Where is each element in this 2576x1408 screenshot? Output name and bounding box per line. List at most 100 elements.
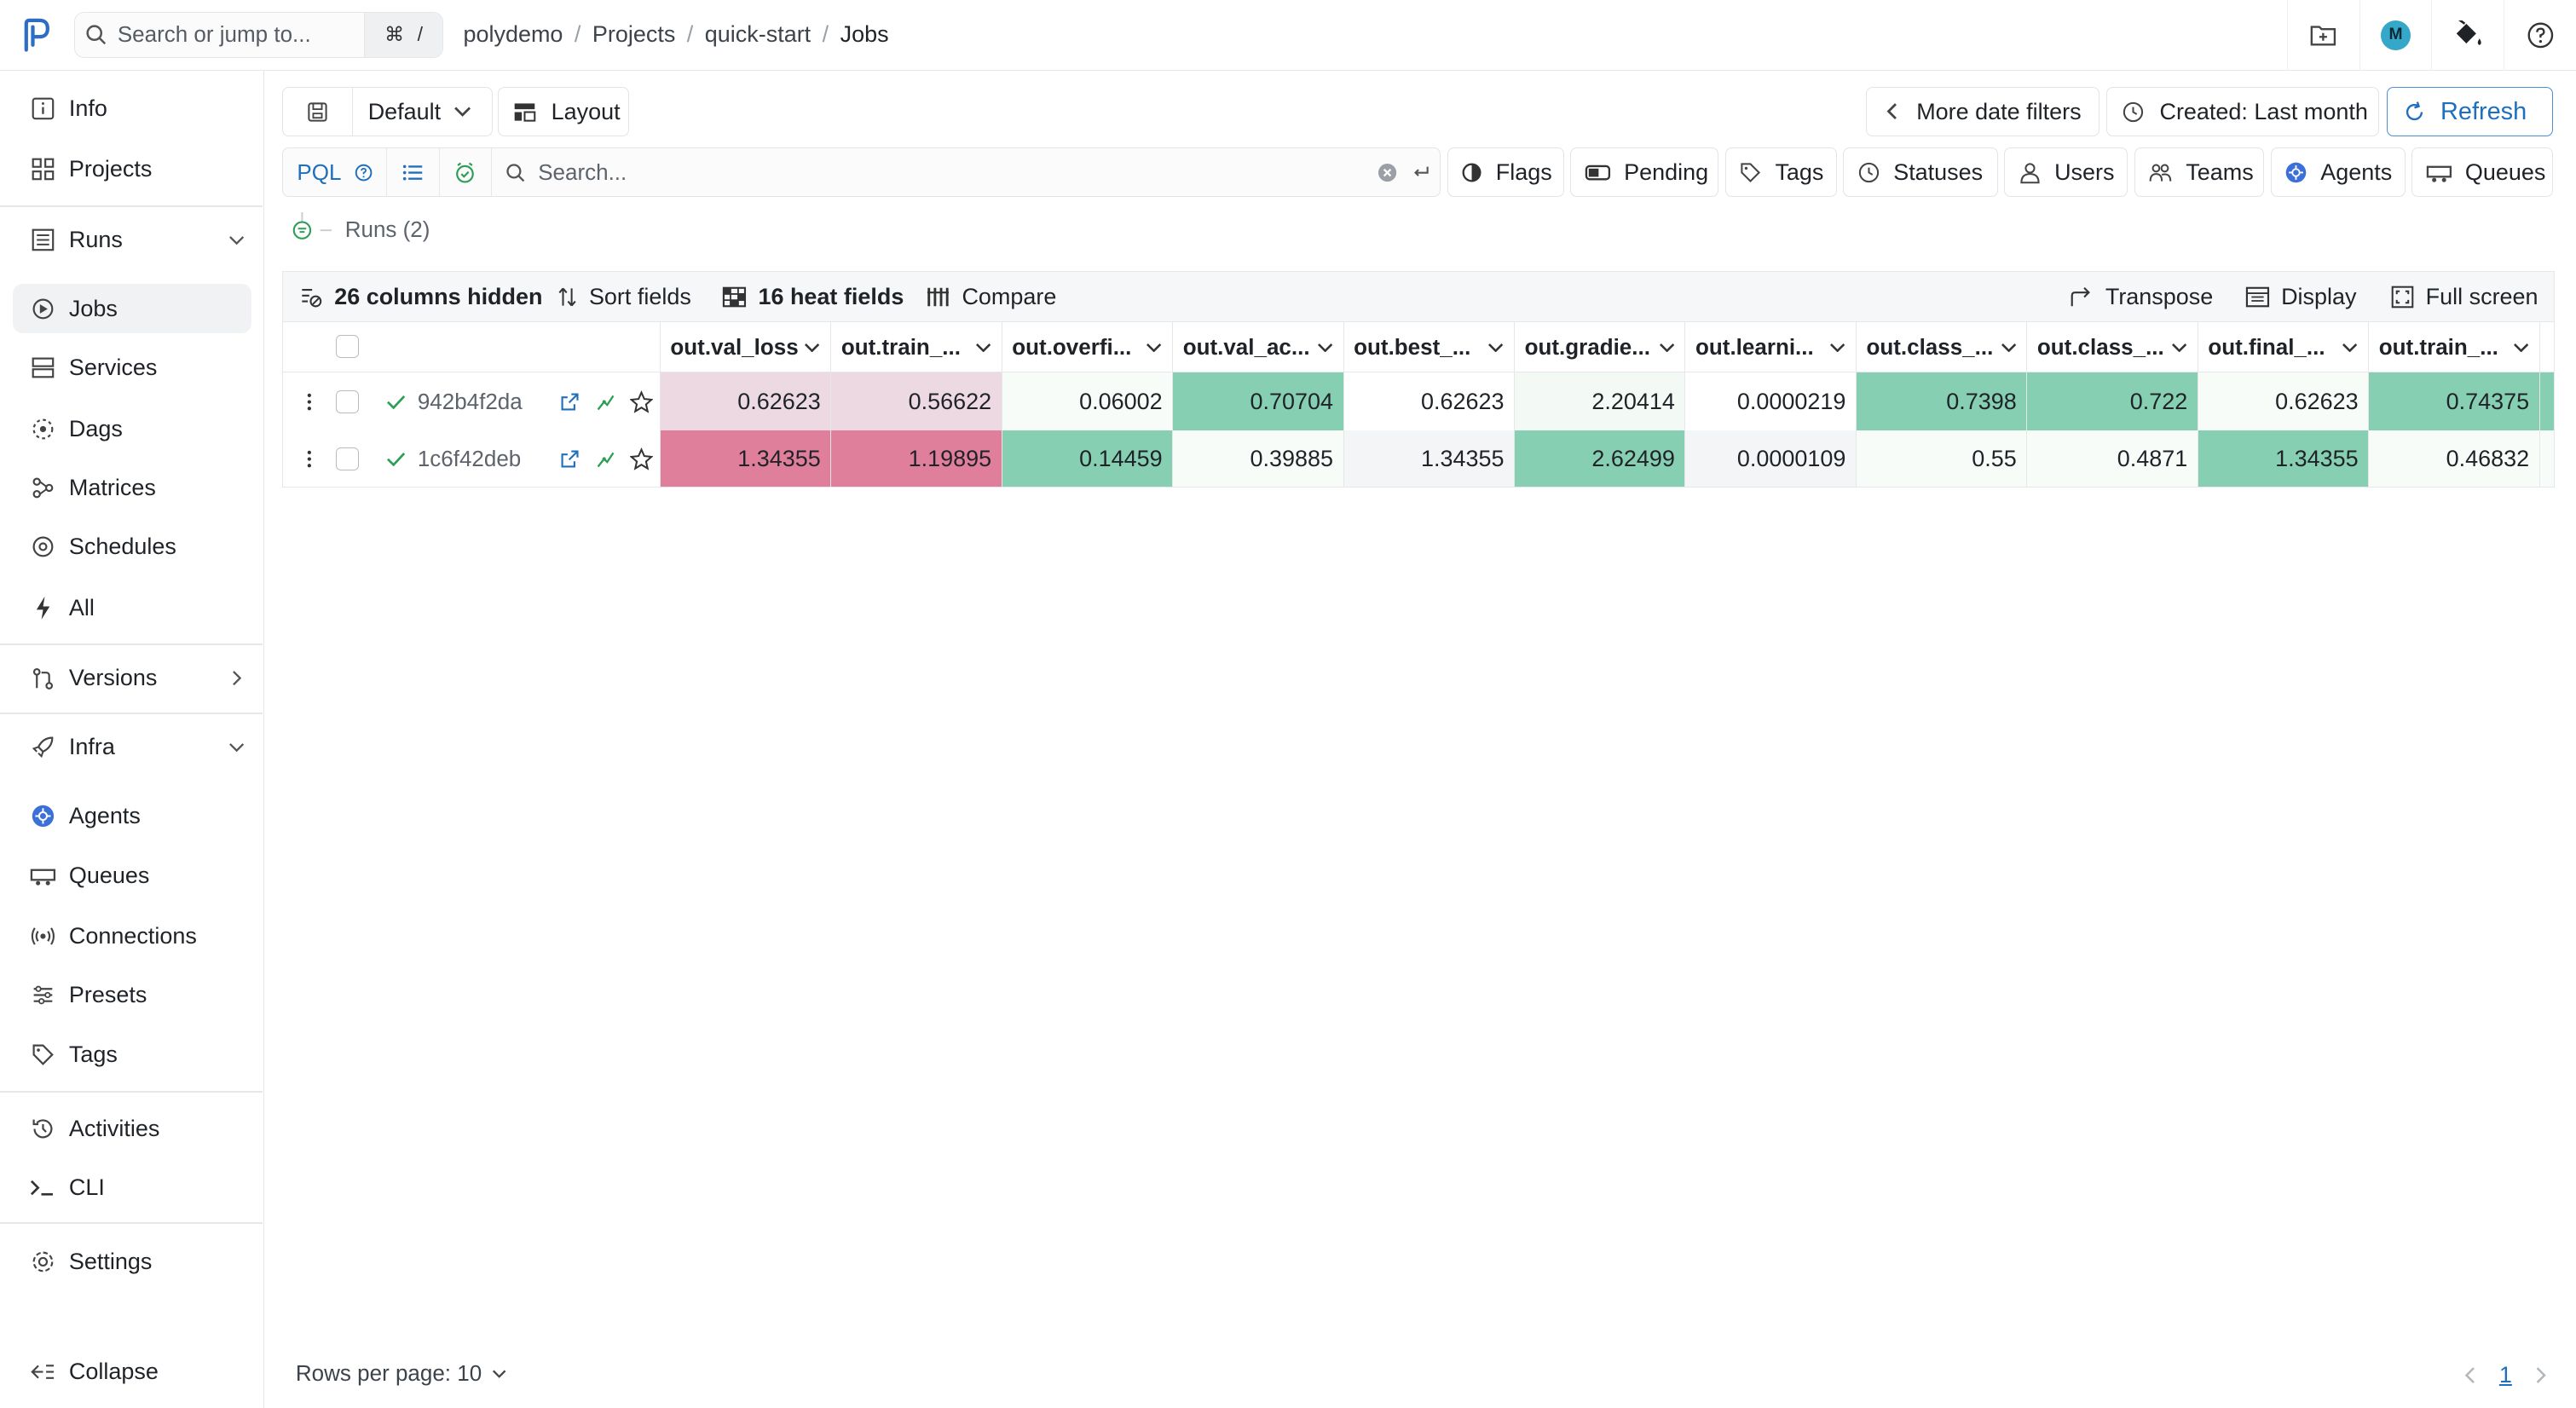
chevron-down-icon[interactable]	[1317, 343, 1333, 353]
table-cell[interactable]: 0.0000219	[1684, 372, 1856, 430]
sidebar-item-projects[interactable]: Projects	[13, 145, 251, 194]
run-id[interactable]: 1c6f42deb	[418, 446, 552, 472]
filter-users-button[interactable]: Users	[2004, 147, 2128, 198]
heat-fields-button[interactable]: 16 heat fields	[722, 272, 904, 323]
table-cell[interactable]: 1.34355	[2197, 430, 2369, 488]
column-header[interactable]: out.train_...	[2368, 321, 2538, 373]
table-cell[interactable]: 0.56622	[830, 372, 1002, 430]
sidebar-item-versions[interactable]: Versions	[13, 654, 251, 703]
breadcrumb-org[interactable]: polydemo	[463, 21, 563, 48]
filter-queues-button[interactable]: Queues	[2411, 147, 2553, 198]
chevron-down-icon[interactable]	[1487, 343, 1504, 353]
table-row[interactable]: 1c6f42deb 1.34355 1.19895 0.14459 0.39885 1.…	[283, 430, 2554, 488]
sidebar-item-infra[interactable]: Infra	[13, 723, 251, 772]
column-header[interactable]: out.best_...	[1343, 321, 1514, 373]
sidebar-item-dags[interactable]: Dags	[13, 404, 251, 453]
compare-button[interactable]: Compare	[926, 272, 1056, 323]
display-button[interactable]: Display	[2245, 272, 2357, 323]
scope-button[interactable]	[440, 148, 493, 197]
save-preset-button[interactable]	[282, 87, 354, 136]
user-menu-button[interactable]: M	[2359, 0, 2432, 71]
drag-handle-icon[interactable]	[283, 449, 335, 469]
sidebar-item-presets[interactable]: Presets	[13, 971, 251, 1020]
refresh-button[interactable]: Refresh	[2387, 87, 2554, 136]
table-cell[interactable]: 0.14459	[1001, 430, 1173, 488]
column-header[interactable]: out.train_...	[830, 321, 1001, 373]
rows-per-page-select[interactable]: Rows per page: 10	[296, 1360, 506, 1387]
layout-button[interactable]: Layout	[497, 87, 630, 136]
sidebar-item-matrices[interactable]: Matrices	[13, 463, 251, 512]
select-all-checkbox[interactable]	[336, 335, 360, 359]
breadcrumb-projects[interactable]: Projects	[592, 21, 675, 48]
pql-search-input[interactable]: Search...	[492, 159, 1371, 186]
compare-run-icon[interactable]	[587, 448, 623, 470]
pql-mode-toggle[interactable]: PQL	[283, 148, 387, 197]
transpose-button[interactable]: Transpose	[2069, 272, 2213, 323]
columns-hidden-button[interactable]: 26 columns hidden	[298, 272, 542, 323]
table-cell[interactable]: 1.34355	[659, 430, 831, 488]
sidebar-item-schedules[interactable]: Schedules	[13, 522, 251, 572]
column-header[interactable]: out.val_loss	[659, 321, 830, 373]
chevron-down-icon[interactable]	[1829, 343, 1845, 353]
table-cell[interactable]: 0.46832	[2368, 430, 2539, 488]
table-cell[interactable]: 1.34355	[1343, 430, 1515, 488]
page-number[interactable]: 1	[2499, 1362, 2512, 1388]
sidebar-item-all[interactable]: All	[13, 583, 251, 632]
table-cell[interactable]: 0.4871	[2026, 430, 2198, 488]
filter-statuses-button[interactable]: Statuses	[1843, 147, 1998, 198]
sort-fields-button[interactable]: Sort fields	[557, 272, 691, 323]
list-view-button[interactable]	[387, 148, 440, 197]
help-button[interactable]	[2504, 0, 2576, 71]
column-header[interactable]: out.gradie...	[1514, 321, 1684, 373]
table-cell[interactable]: 0.70704	[1172, 372, 1343, 430]
clear-icon[interactable]	[1371, 163, 1404, 182]
app-logo[interactable]	[0, 0, 72, 70]
star-icon[interactable]	[624, 447, 660, 470]
external-link-icon[interactable]	[552, 391, 587, 413]
table-cell[interactable]: 0.55	[1855, 430, 2027, 488]
sidebar-item-agents[interactable]: Agents	[13, 792, 251, 841]
table-row[interactable]: 942b4f2da 0.62623 0.56622 0.06002 0.70704 0.…	[283, 372, 2554, 430]
full-screen-button[interactable]: Full screen	[2391, 272, 2538, 323]
column-header-overflow[interactable]	[2538, 321, 2554, 373]
preset-select[interactable]: Default	[353, 87, 494, 136]
prev-page-icon[interactable]	[2464, 1366, 2475, 1384]
global-search[interactable]: Search or jump to... ⌘ /	[73, 11, 444, 58]
column-header[interactable]: out.overfi...	[1001, 321, 1172, 373]
table-cell[interactable]: 0.7398	[1855, 372, 2027, 430]
new-folder-button[interactable]	[2286, 0, 2359, 71]
row-checkbox[interactable]	[335, 390, 375, 413]
run-id[interactable]: 942b4f2da	[418, 389, 552, 415]
sidebar-item-connections[interactable]: Connections	[13, 912, 251, 961]
table-cell[interactable]: 0.62623	[1343, 372, 1515, 430]
sidebar-item-activities[interactable]: Activities	[13, 1104, 251, 1153]
filter-flags-button[interactable]: Flags	[1447, 147, 1564, 198]
chevron-down-icon[interactable]	[2001, 343, 2017, 353]
column-header[interactable]: out.class_...	[1855, 321, 2026, 373]
table-cell[interactable]: 0.74375	[2368, 372, 2539, 430]
chevron-down-icon[interactable]	[2171, 343, 2187, 353]
filter-teams-button[interactable]: Teams	[2134, 147, 2264, 198]
tree-node-icon[interactable]	[289, 211, 335, 248]
chevron-down-icon[interactable]	[804, 343, 820, 353]
more-date-filters-button[interactable]: More date filters	[1866, 87, 2100, 136]
sidebar-item-tags[interactable]: Tags	[13, 1030, 251, 1079]
filter-pending-button[interactable]: Pending	[1570, 147, 1718, 198]
sidebar-item-jobs[interactable]: Jobs	[13, 284, 251, 334]
table-cell[interactable]: 0.62623	[2197, 372, 2369, 430]
breadcrumb-project[interactable]: quick-start	[705, 21, 811, 48]
column-header[interactable]: out.final_...	[2197, 321, 2368, 373]
compare-run-icon[interactable]	[587, 391, 623, 413]
table-cell[interactable]: 2.62499	[1514, 430, 1685, 488]
table-cell[interactable]: 0.39885	[1172, 430, 1343, 488]
next-page-icon[interactable]	[2535, 1366, 2546, 1384]
table-cell[interactable]: 2.20414	[1514, 372, 1685, 430]
filter-agents-button[interactable]: Agents	[2270, 147, 2406, 198]
sidebar-item-queues[interactable]: Queues	[13, 851, 251, 900]
chevron-down-icon[interactable]	[1659, 343, 1675, 353]
filter-tags-button[interactable]: Tags	[1724, 147, 1837, 198]
sidebar-item-settings[interactable]: Settings	[13, 1237, 251, 1286]
table-cell[interactable]: 1.19895	[830, 430, 1002, 488]
drag-handle-icon[interactable]	[283, 392, 335, 412]
table-cell[interactable]: 0.722	[2026, 372, 2198, 430]
